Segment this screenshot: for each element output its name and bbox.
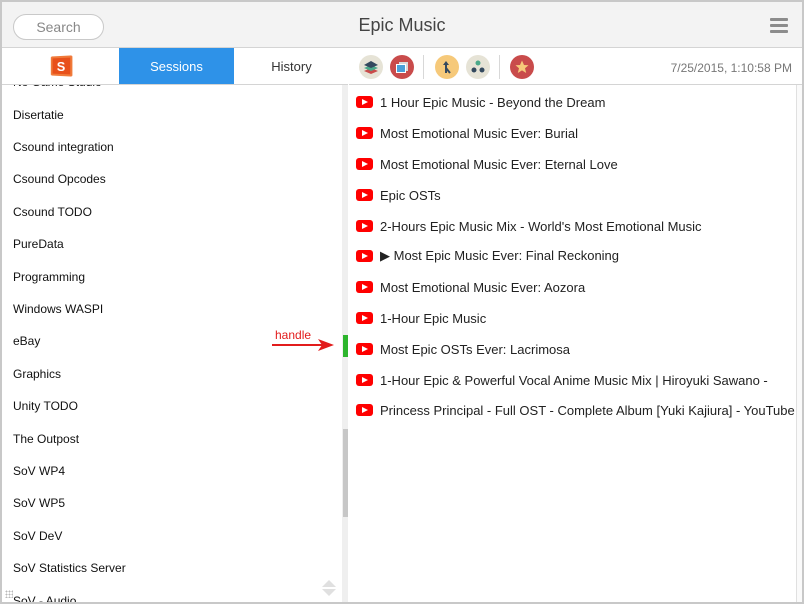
session-item[interactable]: PureData <box>13 237 64 251</box>
youtube-icon <box>356 404 373 416</box>
session-item[interactable]: SoV - Audio <box>13 594 76 602</box>
layers-icon[interactable] <box>359 55 383 79</box>
youtube-icon <box>356 374 373 386</box>
video-item[interactable]: ▶ Most Epic Music Ever: Final Reckoning <box>356 247 619 265</box>
title-bar: Search Epic Music <box>2 2 802 48</box>
video-title: Most Emotional Music Ever: Aozora <box>380 279 586 295</box>
merge-icon[interactable] <box>435 55 459 79</box>
session-item[interactable]: SoV WP5 <box>13 496 65 510</box>
timestamp: 7/25/2015, 1:10:58 PM <box>670 61 792 75</box>
youtube-icon <box>356 220 373 232</box>
toolbar-separator <box>423 55 424 79</box>
session-item[interactable]: SoV DeV <box>13 529 62 543</box>
video-item[interactable]: Princess Principal - Full OST - Complete… <box>356 401 795 419</box>
youtube-icon <box>356 343 373 355</box>
photos-icon[interactable] <box>390 55 414 79</box>
video-title: Most Emotional Music Ever: Burial <box>380 125 578 141</box>
youtube-icon <box>356 189 373 201</box>
session-item[interactable]: Windows WASPI <box>13 302 103 316</box>
session-item[interactable]: SoV Statistics Server <box>13 561 126 575</box>
resize-handle[interactable] <box>343 335 348 357</box>
tab-sessions[interactable]: Sessions <box>119 48 234 84</box>
video-title: 1 Hour Epic Music - Beyond the Dream <box>380 94 606 110</box>
toolbar-separator <box>499 55 500 79</box>
resize-grip-icon[interactable] <box>5 590 13 598</box>
sort-updown-icon[interactable] <box>321 579 337 597</box>
session-item[interactable]: SoV WP4 <box>13 464 65 478</box>
video-item[interactable]: Epic OSTs <box>356 186 441 204</box>
youtube-icon <box>356 281 373 293</box>
video-title: 1-Hour Epic & Powerful Vocal Anime Music… <box>380 372 768 388</box>
session-item[interactable]: Graphics <box>13 367 61 381</box>
video-title: Epic OSTs <box>380 187 441 203</box>
video-item[interactable]: Most Emotional Music Ever: Aozora <box>356 278 585 296</box>
video-title: 1-Hour Epic Music <box>380 310 487 326</box>
session-item[interactable]: Csound integration <box>13 140 114 154</box>
window-title: Epic Music <box>358 15 446 35</box>
session-item[interactable]: eBay <box>13 334 40 348</box>
session-item[interactable]: Csound Opcodes <box>13 172 106 186</box>
tab-history[interactable]: History <box>234 48 349 84</box>
star-icon[interactable] <box>510 55 534 79</box>
youtube-icon <box>356 96 373 108</box>
app-window: Search Epic Music S Sessions History No … <box>0 0 804 604</box>
video-item[interactable]: Most Epic OSTs Ever: Lacrimosa <box>356 340 570 358</box>
session-scrollbar-thumb[interactable] <box>343 429 348 517</box>
video-item[interactable]: 1-Hour Epic & Powerful Vocal Anime Music… <box>356 371 768 389</box>
video-item[interactable]: 2-Hours Epic Music Mix - World's Most Em… <box>356 217 702 235</box>
tab-logo[interactable]: S <box>2 48 119 84</box>
recycle-icon[interactable] <box>466 55 490 79</box>
session-item[interactable]: Unity TODO <box>13 399 78 413</box>
session-item[interactable]: The Outpost <box>13 432 79 446</box>
video-title: Princess Principal - Full OST - Complete… <box>380 402 795 418</box>
session-item[interactable]: Programming <box>13 270 85 284</box>
annotation-arrow-icon <box>272 339 334 351</box>
panel-tabs: S Sessions History <box>2 48 348 85</box>
video-list: 1 Hour Epic Music - Beyond the Dream Mos… <box>349 85 796 602</box>
video-title: 2-Hours Epic Music Mix - World's Most Em… <box>380 218 702 234</box>
hamburger-menu-icon[interactable] <box>770 18 788 33</box>
youtube-icon <box>356 250 373 262</box>
video-title: Most Epic OSTs Ever: Lacrimosa <box>380 341 570 357</box>
app-logo-icon: S <box>50 55 72 77</box>
session-item[interactable]: Csound TODO <box>13 205 92 219</box>
toolbar: 7/25/2015, 1:10:58 PM <box>349 48 802 85</box>
video-item[interactable]: Most Emotional Music Ever: Eternal Love <box>356 155 618 173</box>
video-item[interactable]: Most Emotional Music Ever: Burial <box>356 124 578 142</box>
session-item[interactable]: No Game Studio <box>13 85 102 89</box>
youtube-icon <box>356 127 373 139</box>
video-item[interactable]: 1-Hour Epic Music <box>356 309 486 327</box>
sessions-panel: S Sessions History No Game Studio Disert… <box>2 48 348 602</box>
session-item[interactable]: Disertatie <box>13 108 64 122</box>
video-title: Most Emotional Music Ever: Eternal Love <box>380 156 618 172</box>
youtube-icon <box>356 312 373 324</box>
videos-panel: 7/25/2015, 1:10:58 PM 1 Hour Epic Music … <box>349 48 802 602</box>
video-item[interactable]: 1 Hour Epic Music - Beyond the Dream <box>356 93 605 111</box>
youtube-icon <box>356 158 373 170</box>
video-title: ▶ Most Epic Music Ever: Final Reckoning <box>380 248 620 263</box>
video-scrollbar-track[interactable] <box>796 85 802 602</box>
